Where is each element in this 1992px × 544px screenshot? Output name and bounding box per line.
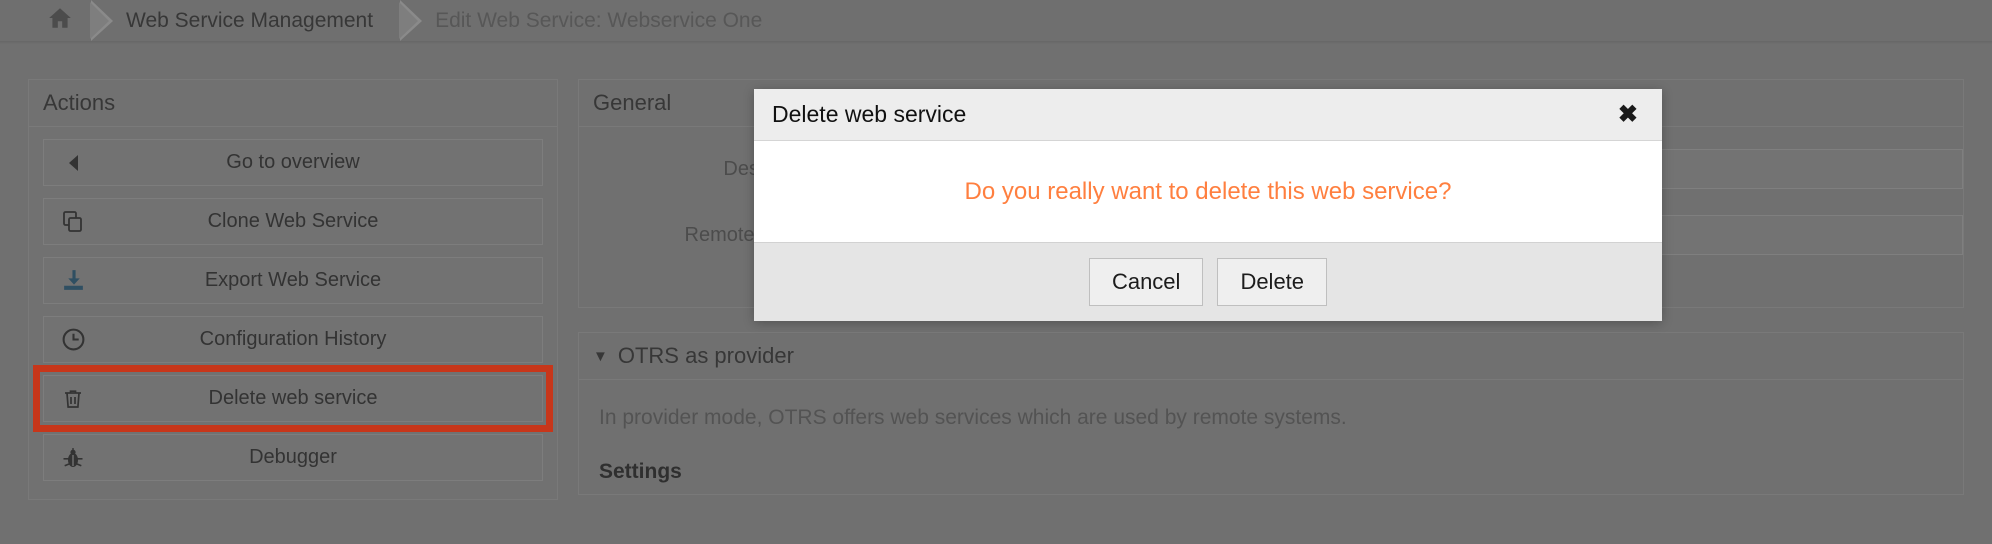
close-icon[interactable]: ✖ [1612,99,1644,131]
dialog-message: Do you really want to delete this web se… [964,177,1452,205]
dialog-body: Do you really want to delete this web se… [754,141,1662,242]
delete-web-service-dialog: Delete web service ✖ Do you really want … [754,89,1662,321]
breadcrumb-separator-1-inner [90,2,109,39]
dialog-title: Delete web service [772,101,967,127]
dialog-footer: Cancel Delete [754,242,1662,321]
page-root: Web Service Management Edit Web Service:… [0,0,1992,544]
delete-button[interactable]: Delete [1217,258,1328,306]
breadcrumb-separator-2-inner [399,2,419,39]
cancel-button[interactable]: Cancel [1088,258,1204,306]
dialog-header: Delete web service ✖ [754,89,1662,141]
